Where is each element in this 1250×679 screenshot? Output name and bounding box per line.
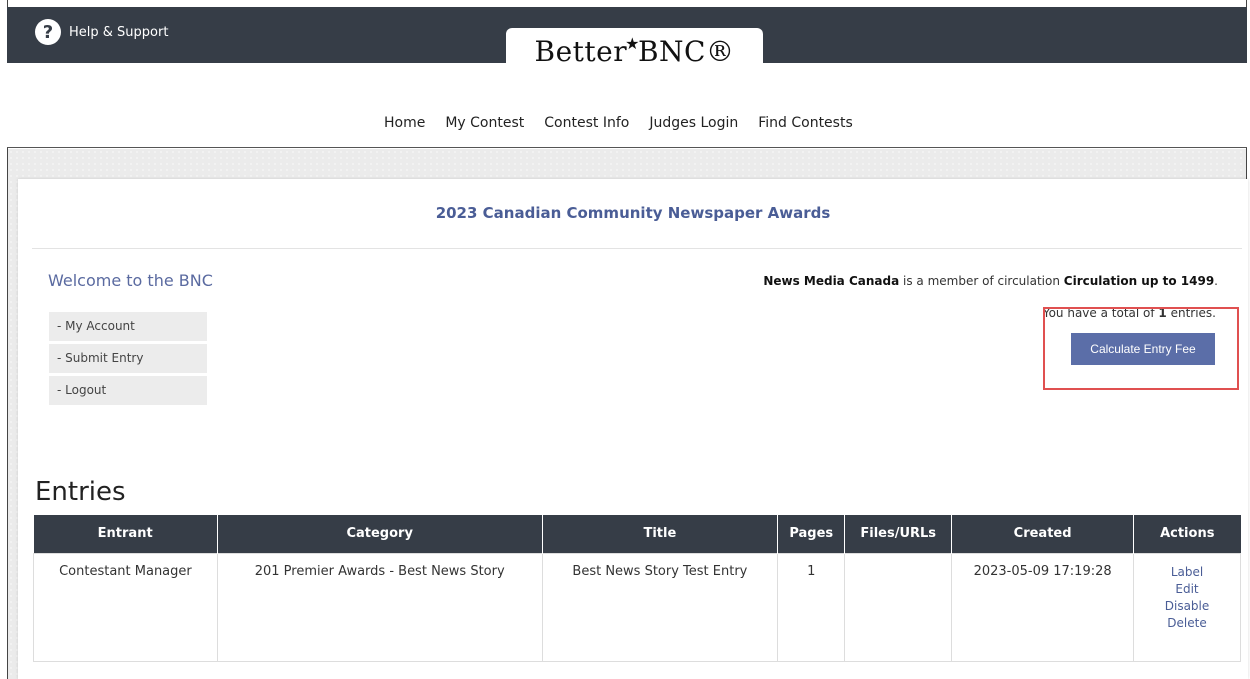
navigation-bar: Home My Contest Contest Info Judges Logi… bbox=[7, 63, 1247, 148]
entries-table: Entrant Category Title Pages Files/URLs … bbox=[33, 515, 1241, 662]
total-pre-text: You have a total of bbox=[1042, 306, 1159, 320]
main-nav: Home My Contest Contest Info Judges Logi… bbox=[384, 115, 853, 131]
site-logo[interactable]: Better★BNC® bbox=[506, 28, 763, 74]
column-header-created[interactable]: Created bbox=[951, 515, 1135, 553]
column-header-pages[interactable]: Pages bbox=[777, 515, 846, 553]
side-item-submit-entry[interactable]: - Submit Entry bbox=[49, 344, 207, 373]
action-disable-link[interactable]: Disable bbox=[1134, 598, 1240, 615]
logo-right-text: BNC® bbox=[637, 34, 735, 68]
column-header-title[interactable]: Title bbox=[542, 515, 779, 553]
contest-title: 2023 Canadian Community Newspaper Awards bbox=[435, 204, 831, 222]
side-item-my-account[interactable]: - My Account bbox=[49, 312, 207, 341]
nav-contest-info[interactable]: Contest Info bbox=[544, 115, 629, 131]
cell-pages: 1 bbox=[777, 552, 846, 662]
nav-my-contest[interactable]: My Contest bbox=[445, 115, 524, 131]
cell-actions: Label Edit Disable Delete bbox=[1133, 552, 1241, 662]
divider bbox=[32, 248, 1242, 249]
cell-created: 2023-05-09 17:19:28 bbox=[951, 552, 1135, 662]
member-org: News Media Canada bbox=[763, 274, 900, 288]
contest-card: 2023 Canadian Community Newspaper Awards… bbox=[18, 179, 1248, 679]
cell-entrant: Contestant Manager bbox=[33, 552, 218, 662]
side-menu: - My Account - Submit Entry - Logout bbox=[49, 312, 207, 408]
cell-category: 201 Premier Awards - Best News Story bbox=[216, 552, 543, 662]
logo-text: Better★BNC® bbox=[534, 33, 735, 68]
nav-find-contests[interactable]: Find Contests bbox=[758, 115, 853, 131]
welcome-heading: Welcome to the BNC bbox=[48, 271, 213, 290]
table-header-row: Entrant Category Title Pages Files/URLs … bbox=[33, 515, 1241, 553]
nav-home[interactable]: Home bbox=[384, 115, 425, 131]
total-count: 1 bbox=[1158, 306, 1167, 320]
member-end-text: . bbox=[1214, 274, 1218, 288]
membership-info: News Media Canada is a member of circula… bbox=[763, 274, 1218, 288]
star-icon: ★ bbox=[625, 33, 640, 53]
nav-judges-login[interactable]: Judges Login bbox=[649, 115, 738, 131]
member-circulation: Circulation up to 1499 bbox=[1063, 274, 1215, 288]
help-support-label: Help & Support bbox=[69, 24, 169, 40]
action-edit-link[interactable]: Edit bbox=[1134, 581, 1240, 598]
logo-left-text: Better bbox=[534, 34, 628, 68]
cell-files-urls bbox=[844, 552, 953, 662]
column-header-files-urls[interactable]: Files/URLs bbox=[844, 515, 953, 553]
total-post-text: entries. bbox=[1166, 306, 1216, 320]
column-header-category[interactable]: Category bbox=[217, 515, 543, 553]
member-mid-text: is a member of circulation bbox=[899, 274, 1064, 288]
entries-total: You have a total of 1 entries. bbox=[1043, 306, 1216, 320]
action-label-link[interactable]: Label bbox=[1134, 564, 1240, 581]
entries-heading: Entries bbox=[35, 477, 126, 507]
question-icon: ? bbox=[35, 19, 61, 45]
column-header-actions: Actions bbox=[1133, 515, 1241, 553]
cell-title: Best News Story Test Entry bbox=[541, 552, 779, 662]
column-header-entrant[interactable]: Entrant bbox=[33, 515, 218, 553]
action-delete-link[interactable]: Delete bbox=[1134, 615, 1240, 632]
calculate-entry-fee-button[interactable]: Calculate Entry Fee bbox=[1071, 333, 1215, 365]
table-row: Contestant Manager 201 Premier Awards - … bbox=[33, 552, 1241, 662]
help-support-link[interactable]: ? Help & Support bbox=[35, 19, 168, 45]
side-item-logout[interactable]: - Logout bbox=[49, 376, 207, 405]
